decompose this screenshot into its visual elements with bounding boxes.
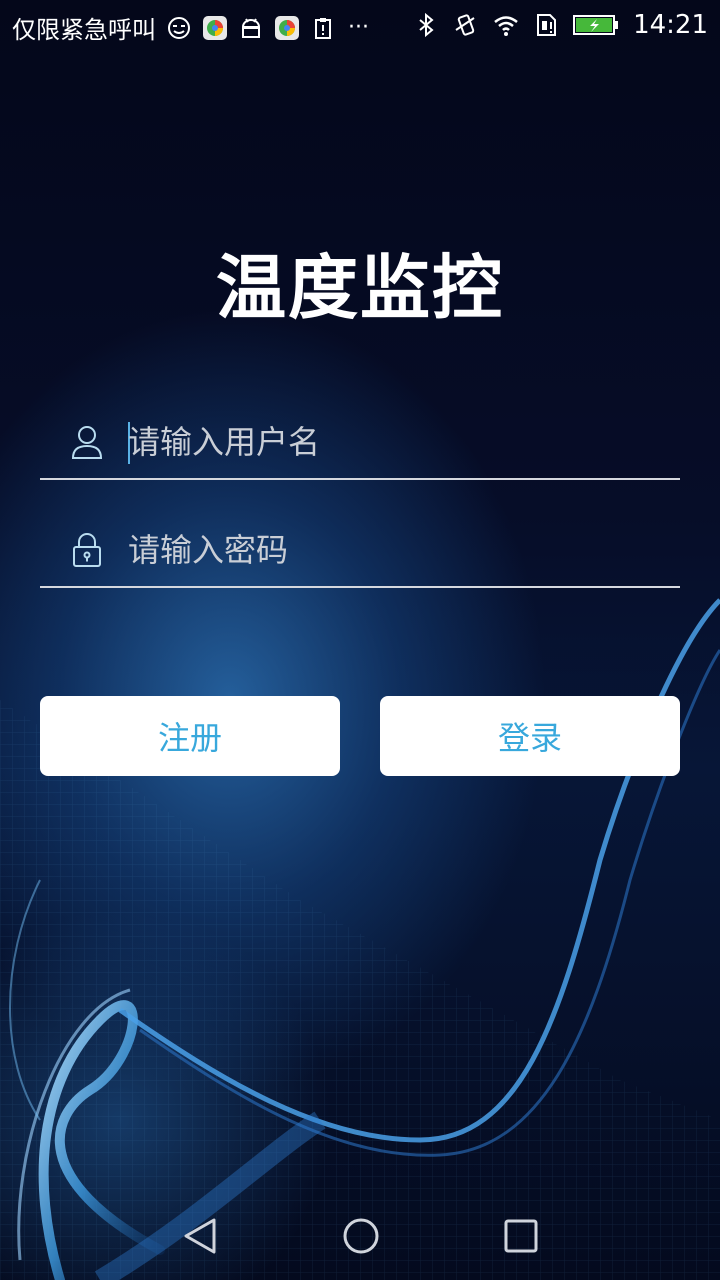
navigation-bar <box>0 1192 720 1280</box>
wifi-icon <box>494 16 518 36</box>
lock-icon <box>73 533 101 567</box>
app-icon <box>275 15 299 40</box>
status-bar: 仅限紧急呼叫 ··· 14:21 <box>0 0 720 50</box>
clipboard-alert-icon <box>315 17 331 39</box>
username-field[interactable] <box>40 408 680 480</box>
face-icon <box>168 16 190 39</box>
sim-alert-icon <box>537 14 557 36</box>
vibrate-icon <box>455 14 475 36</box>
home-icon[interactable] <box>331 1206 391 1266</box>
app-icon <box>203 15 227 40</box>
user-icon <box>71 426 103 459</box>
register-button[interactable]: 注册 <box>40 696 340 776</box>
recent-apps-icon[interactable] <box>491 1206 551 1266</box>
battery-charging-icon <box>573 15 619 35</box>
login-button[interactable]: 登录 <box>380 696 680 776</box>
clock: 14:21 <box>633 10 708 40</box>
username-input[interactable] <box>128 416 668 468</box>
back-icon[interactable] <box>170 1206 230 1266</box>
overflow-indicator: ··· <box>348 15 369 40</box>
android-icon <box>241 17 261 38</box>
page-title: 温度监控 <box>216 247 504 329</box>
status-bar-right: 14:21 <box>413 10 708 40</box>
login-screen: 仅限紧急呼叫 ··· 14:21 温度监控 请输入用户名 注册 登录 <box>0 0 720 1280</box>
status-bar-left: 仅限紧急呼叫 ··· <box>12 10 369 45</box>
carrier-label: 仅限紧急呼叫 <box>12 16 156 44</box>
background-art <box>0 598 720 1280</box>
password-input[interactable] <box>128 524 668 576</box>
bluetooth-icon <box>419 12 434 38</box>
password-field[interactable] <box>40 516 680 588</box>
